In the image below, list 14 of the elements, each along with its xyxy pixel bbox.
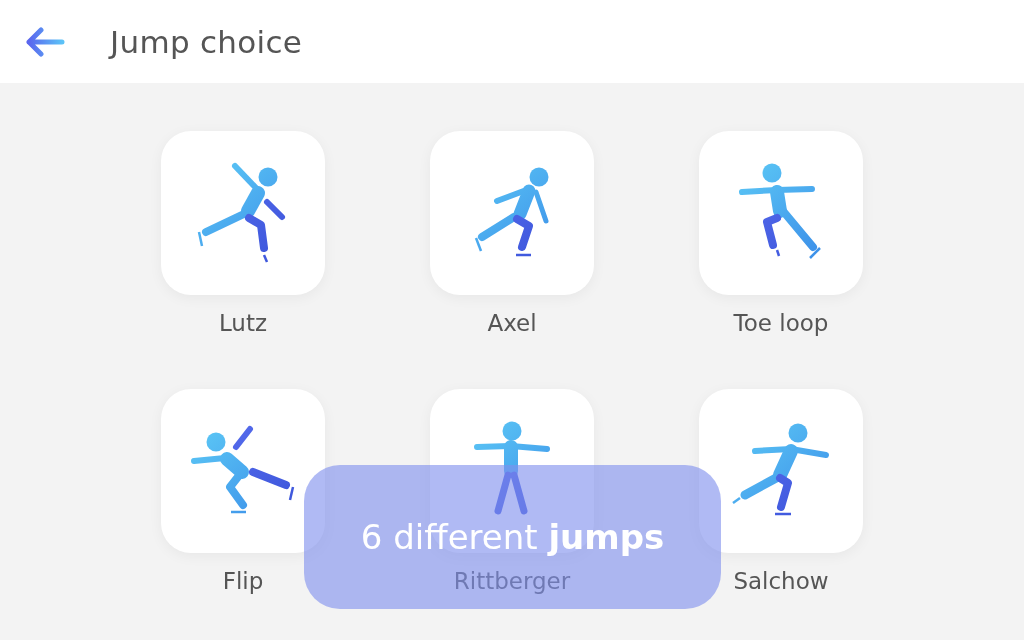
page-title: Jump choice: [110, 23, 303, 60]
jump-label: Axel: [487, 309, 537, 337]
jump-tile[interactable]: [161, 389, 325, 553]
back-arrow-icon: [25, 26, 65, 57]
jump-label: Toe loop: [733, 309, 829, 337]
jump-label: Rittberger: [453, 567, 571, 595]
jump-label: Flip: [222, 567, 264, 595]
jump-tile[interactable]: [430, 131, 594, 295]
jump-tile[interactable]: [699, 131, 863, 295]
jump-tile[interactable]: [161, 131, 325, 295]
jump-label: Lutz: [218, 309, 268, 337]
back-button[interactable]: [25, 26, 65, 57]
jump-tile[interactable]: [699, 389, 863, 553]
jump-label: Salchow: [733, 567, 829, 595]
